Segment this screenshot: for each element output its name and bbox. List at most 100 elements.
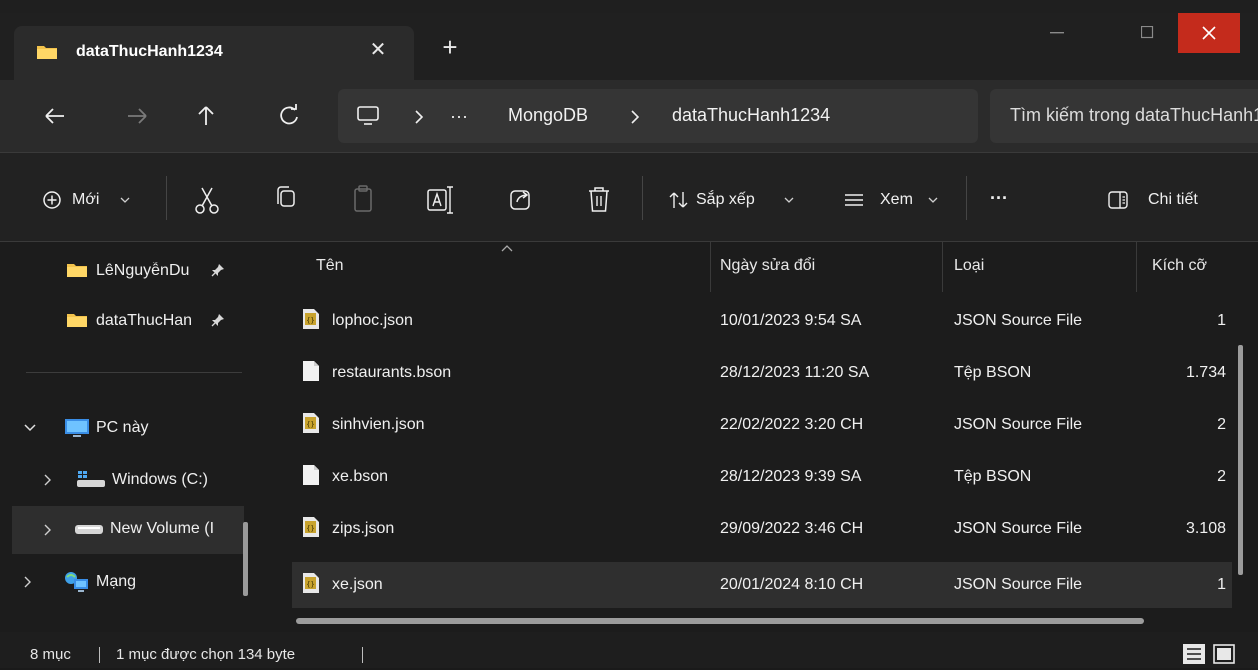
file-name: sinhvien.json [332, 416, 425, 433]
chevron-down-icon [120, 197, 130, 203]
search-input[interactable]: Tìm kiếm trong dataThucHanh1234 [990, 89, 1258, 143]
file-name: zips.json [332, 520, 395, 537]
tab-close-icon[interactable]: ✕ [366, 37, 390, 63]
file-type: Tệp BSON [954, 468, 1032, 485]
cut-button[interactable] [190, 180, 224, 220]
json-file-icon: {} [303, 413, 319, 433]
details-button[interactable]: Chi tiết [1104, 180, 1224, 220]
chevron-right-icon[interactable] [44, 524, 52, 536]
chevron-right-icon[interactable] [24, 576, 32, 588]
view-label: Xem [880, 191, 913, 208]
forward-button[interactable] [118, 96, 158, 136]
table-row[interactable]: {} sinhvien.json 22/02/2022 3:20 CH JSON… [292, 404, 1232, 448]
breadcrumb-mongodb[interactable]: MongoDB [508, 105, 588, 126]
file-modified: 28/12/2023 9:39 SA [720, 468, 862, 485]
toolbar-separator [166, 176, 167, 220]
file-modified: 20/01/2024 8:10 CH [720, 576, 864, 593]
delete-button[interactable] [582, 180, 616, 220]
copy-button[interactable] [270, 180, 304, 220]
column-header-modified[interactable]: Ngày sửa đổi [720, 257, 815, 275]
folder-icon [37, 46, 57, 59]
back-button[interactable] [34, 96, 74, 136]
minimize-button[interactable] [1026, 13, 1088, 53]
file-icon [303, 465, 319, 485]
selection-info: 1 mục được chọn 134 byte [116, 646, 296, 663]
close-icon [1202, 26, 1216, 40]
status-separator [99, 647, 100, 663]
maximize-button[interactable] [1116, 13, 1178, 53]
vertical-scrollbar[interactable] [1238, 345, 1243, 575]
more-options-button[interactable]: ··· [990, 188, 1008, 209]
large-icons-view-button[interactable] [1212, 643, 1236, 665]
status-separator [362, 647, 363, 663]
rename-button[interactable] [424, 180, 458, 220]
column-header-name[interactable]: Tên [316, 257, 344, 275]
sidebar-item-network[interactable]: Mạng [20, 566, 240, 598]
scissors-icon [195, 187, 219, 214]
column-divider[interactable] [710, 242, 711, 292]
chevron-down-icon[interactable] [24, 423, 36, 433]
sidebar-item-label: LêNguyễnDu [96, 262, 190, 279]
new-button[interactable]: Mới [36, 180, 162, 220]
maximize-icon [1141, 26, 1154, 39]
sort-label: Sắp xếp [696, 191, 755, 208]
table-row[interactable]: restaurants.bson 28/12/2023 11:20 SA Tệp… [292, 352, 1232, 396]
breadcrumb-overflow[interactable]: ··· [450, 106, 468, 127]
file-size: 3.108 [1185, 520, 1226, 537]
paste-button[interactable] [346, 180, 380, 220]
address-bar[interactable]: ··· MongoDB dataThucHanh1234 [338, 89, 978, 143]
tiles-view-icon [1213, 644, 1235, 664]
column-divider[interactable] [942, 242, 943, 292]
new-tab-button[interactable]: + [436, 33, 464, 61]
horizontal-scrollbar[interactable] [296, 618, 1144, 624]
json-file-icon: {} [303, 309, 319, 329]
sidebar-item-label: dataThucHan [96, 312, 193, 329]
json-file-icon: {} [303, 573, 319, 593]
pin-icon [211, 264, 224, 277]
view-button[interactable]: Xem [840, 180, 950, 220]
clipboard-icon [354, 185, 372, 212]
chevron-right-icon[interactable] [44, 474, 52, 486]
details-view-button[interactable] [1182, 643, 1206, 665]
sort-button[interactable]: Sắp xếp [664, 180, 808, 220]
up-button[interactable] [186, 96, 226, 136]
chevron-down-icon [928, 197, 938, 203]
table-row[interactable]: xe.bson 28/12/2023 9:39 SA Tệp BSON 2 [292, 456, 1232, 500]
svg-text:{}: {} [306, 317, 314, 325]
pin-icon [211, 314, 224, 327]
tab-datathuchanh1234[interactable]: dataThucHanh1234 ✕ [14, 26, 414, 80]
file-icon [303, 361, 319, 381]
sidebar-item-this-pc[interactable]: PC này [20, 412, 240, 444]
copy-icon [277, 186, 295, 207]
close-window-button[interactable] [1178, 13, 1240, 53]
table-row[interactable]: {} lophoc.json 10/01/2023 9:54 SA JSON S… [292, 300, 1232, 344]
sidebar-item-windows-c[interactable]: Windows (C:) [20, 464, 242, 496]
sort-icon [669, 192, 688, 208]
refresh-icon [280, 104, 298, 125]
column-header-type[interactable]: Loại [954, 257, 984, 275]
json-file-icon: {} [303, 517, 319, 537]
file-type: JSON Source File [954, 576, 1083, 593]
file-size: 1 [1217, 576, 1226, 593]
file-name: restaurants.bson [332, 364, 452, 381]
sidebar-scrollbar[interactable] [243, 522, 248, 596]
table-row[interactable]: {} zips.json 29/09/2022 3:46 CH JSON Sou… [292, 508, 1232, 552]
network-icon [65, 572, 88, 592]
details-pane-icon [1108, 191, 1128, 209]
back-arrow-icon [45, 108, 64, 124]
sidebar-item-label: Mạng [96, 573, 137, 590]
share-button[interactable] [504, 180, 538, 220]
table-row-selected[interactable]: {} xe.json 20/01/2024 8:10 CH JSON Sourc… [292, 564, 1232, 608]
sidebar-item-datathuchanh[interactable]: dataThucHan [60, 306, 240, 336]
sidebar-item-new-volume[interactable]: New Volume (I [12, 506, 244, 554]
sidebar-item-lenguyendu[interactable]: LêNguyễnDu [60, 256, 240, 286]
view-list-icon [845, 194, 863, 206]
refresh-button[interactable] [270, 96, 310, 136]
drive-icon [75, 525, 103, 534]
breadcrumb-current[interactable]: dataThucHanh1234 [672, 105, 830, 126]
file-modified: 10/01/2023 9:54 SA [720, 312, 862, 329]
column-header-size[interactable]: Kích cỡ [1152, 257, 1207, 275]
file-type: JSON Source File [954, 312, 1083, 329]
column-divider[interactable] [1136, 242, 1137, 292]
file-name: xe.json [332, 576, 383, 593]
